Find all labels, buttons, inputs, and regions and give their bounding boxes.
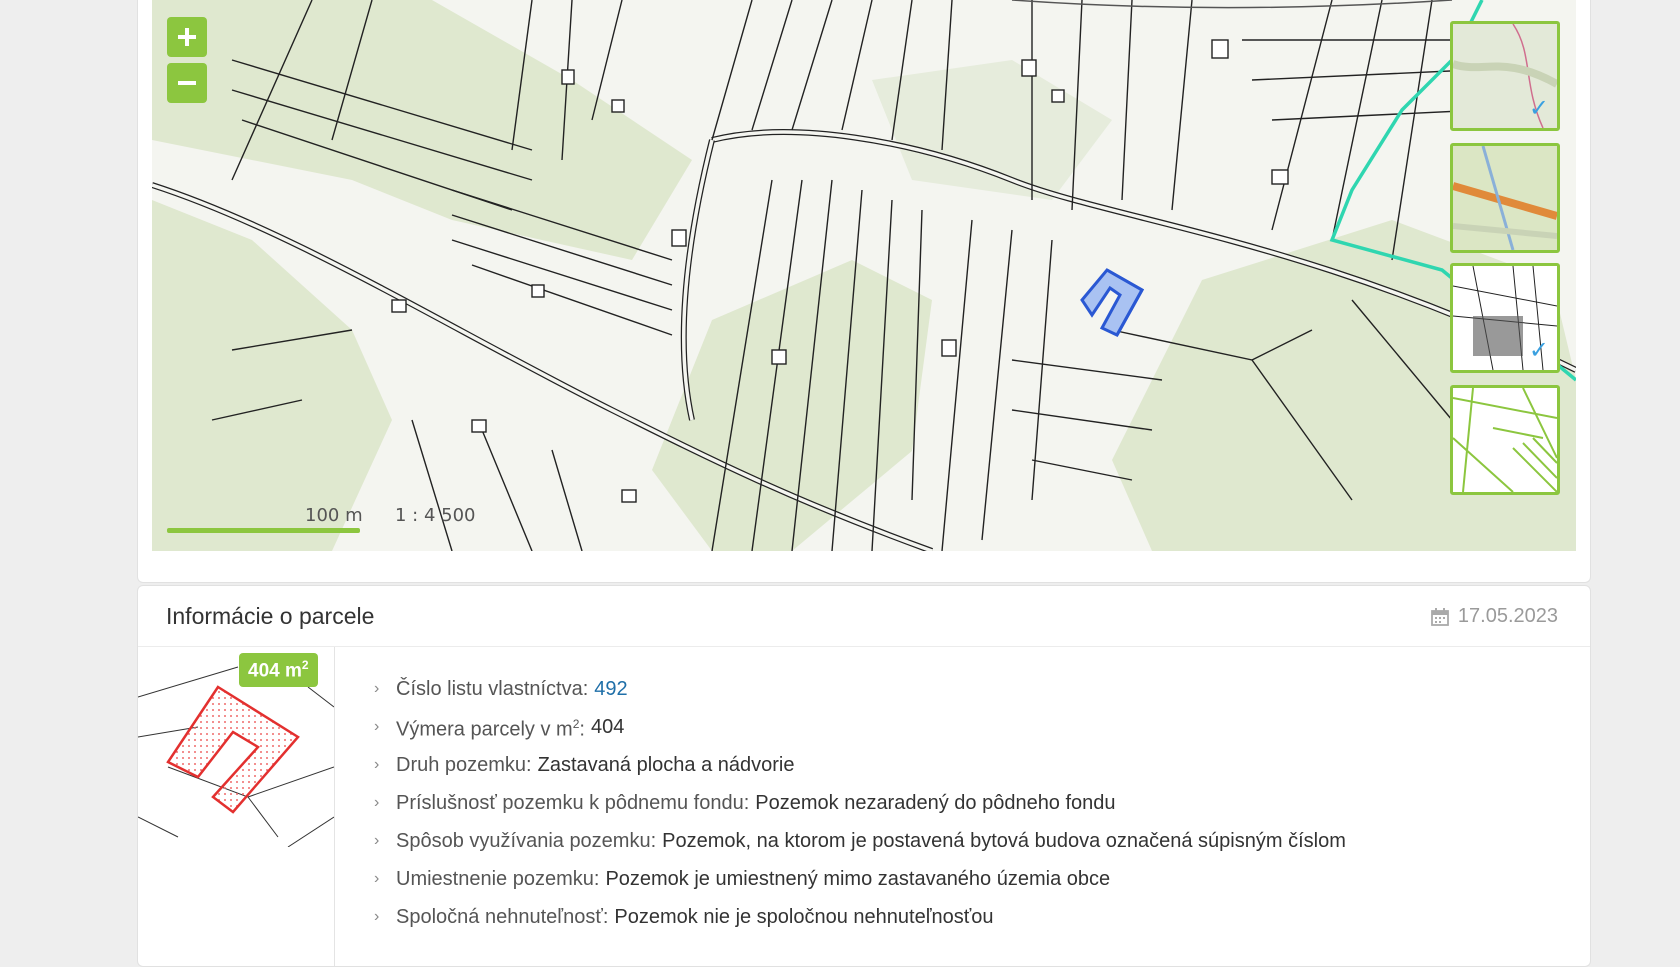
area-badge: 404 m2 <box>239 653 318 688</box>
scale-ratio: 1 : 4 500 <box>395 505 476 526</box>
property-label: Číslo listu vlastníctva: <box>396 678 589 700</box>
scale-bar <box>167 528 360 533</box>
parcel-info-card: Informácie o parcele 17.05.2023 404 m2 ›… <box>137 585 1591 967</box>
property-label: Umiestnenie pozemku: <box>396 868 600 890</box>
property-label: Spôsob využívania pozemku: <box>396 830 657 852</box>
property-item: › Druh pozemku: Zastavaná plocha a nádvo… <box>374 746 1346 784</box>
property-value: Pozemok nezaradený do pôdneho fondu <box>755 792 1116 814</box>
info-date-text: 17.05.2023 <box>1457 605 1558 627</box>
chevron-right-icon: › <box>374 794 380 811</box>
info-date: 17.05.2023 <box>1430 605 1558 628</box>
calendar-icon <box>1430 607 1449 626</box>
layer-green-parcels-thumb[interactable] <box>1450 385 1560 495</box>
property-item: › Umiestnenie pozemku: Pozemok je umiest… <box>374 860 1346 898</box>
property-label: Výmera parcely v m2: <box>396 717 585 741</box>
property-value: 404 <box>590 716 625 738</box>
chevron-right-icon: › <box>374 718 380 735</box>
divider <box>334 647 335 966</box>
chevron-right-icon: › <box>374 756 380 773</box>
zoom-out-button[interactable] <box>167 63 207 103</box>
plus-icon <box>178 28 196 46</box>
chevron-right-icon: › <box>374 908 380 925</box>
cadastral-map[interactable] <box>152 0 1576 551</box>
parcel-properties-list: › Číslo listu vlastníctva: 492 › Výmera … <box>374 670 1346 936</box>
property-item: › Číslo listu vlastníctva: 492 <box>374 670 1346 708</box>
map-scale: 100 m 1 : 4 500 <box>167 505 527 535</box>
zoom-in-button[interactable] <box>167 17 207 57</box>
ownership-sheet-link[interactable]: 492 <box>594 670 627 708</box>
scale-distance: 100 m <box>305 505 363 526</box>
property-label: Spoločná nehnuteľnosť: <box>396 906 609 928</box>
chevron-right-icon: › <box>374 870 380 887</box>
layer-topographic-thumb[interactable] <box>1450 143 1560 253</box>
minus-icon <box>178 81 196 85</box>
chevron-right-icon: › <box>374 832 380 849</box>
property-item: › Spôsob využívania pozemku: Pozemok, na… <box>374 822 1346 860</box>
property-item: › Spoločná nehnuteľnosť: Pozemok nie je … <box>374 898 1346 936</box>
property-item: › Príslušnosť pozemku k pôdnemu fondu: P… <box>374 784 1346 822</box>
info-header: Informácie o parcele 17.05.2023 <box>138 586 1590 647</box>
layer-terrain-thumb[interactable]: ✓ <box>1450 21 1560 131</box>
check-icon: ✓ <box>1528 336 1549 364</box>
property-value: Pozemok, na ktorom je postavená bytová b… <box>662 830 1346 852</box>
chevron-right-icon: › <box>374 680 380 697</box>
property-value: Pozemok je umiestnený mimo zastavaného ú… <box>605 868 1111 890</box>
property-item: › Výmera parcely v m2: 404 <box>374 708 1346 746</box>
layer-cadastral-thumb[interactable]: ✓ <box>1450 263 1560 373</box>
property-label: Príslušnosť pozemku k pôdnemu fondu: <box>396 792 750 814</box>
property-label: Druh pozemku: <box>396 754 532 776</box>
info-title: Informácie o parcele <box>166 603 375 629</box>
check-icon: ✓ <box>1528 94 1549 122</box>
property-value: Pozemok nie je spoločnou nehnuteľnosťou <box>614 906 994 928</box>
property-value: Zastavaná plocha a nádvorie <box>537 754 795 776</box>
